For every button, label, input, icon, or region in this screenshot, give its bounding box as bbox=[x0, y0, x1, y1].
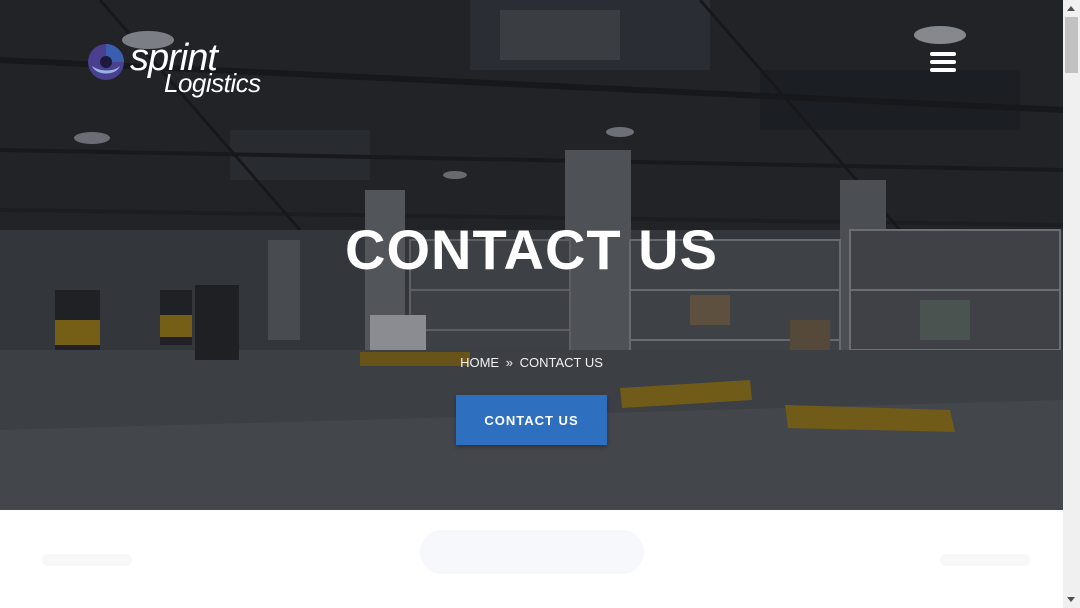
hero-banner: sprint Logistics CONTACT US HOME » CONTA… bbox=[0, 0, 1063, 510]
menu-bar bbox=[930, 52, 956, 56]
content-area bbox=[0, 510, 1063, 608]
menu-bar bbox=[930, 60, 956, 64]
hamburger-menu-icon[interactable] bbox=[930, 52, 958, 78]
scrollbar-thumb[interactable] bbox=[1065, 17, 1078, 73]
contact-us-button[interactable]: CONTACT US bbox=[456, 395, 607, 445]
faded-placeholder-left bbox=[42, 554, 132, 566]
faded-placeholder-right bbox=[940, 554, 1030, 566]
faded-placeholder-pill bbox=[420, 530, 644, 574]
logo-text-line2: Logistics bbox=[164, 68, 261, 98]
page-title: CONTACT US bbox=[345, 218, 718, 281]
breadcrumb-home-link[interactable]: HOME bbox=[460, 355, 499, 370]
logo-swirl-icon bbox=[88, 44, 124, 80]
breadcrumb-current: CONTACT US bbox=[519, 355, 603, 370]
vertical-scrollbar[interactable] bbox=[1063, 0, 1080, 608]
scroll-down-arrow-icon[interactable] bbox=[1063, 591, 1080, 608]
breadcrumb: HOME » CONTACT US bbox=[0, 354, 1063, 372]
brand-logo[interactable]: sprint Logistics bbox=[84, 37, 274, 100]
menu-bar bbox=[930, 68, 956, 72]
breadcrumb-separator: » bbox=[505, 355, 513, 370]
scroll-up-arrow-icon[interactable] bbox=[1063, 0, 1080, 17]
